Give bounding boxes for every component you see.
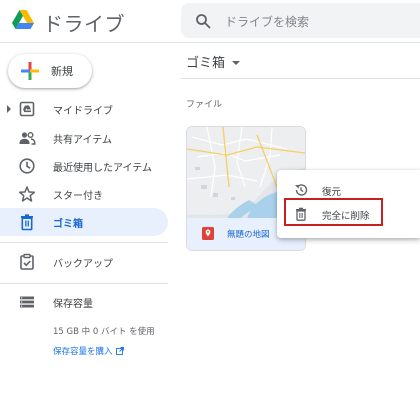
storage-icon [20,296,34,308]
section-label: ファイル [186,100,223,110]
plus-icon [21,62,39,80]
restore-icon [295,184,308,196]
chevron-down-icon[interactable] [232,61,240,65]
search-icon[interactable] [195,13,211,29]
sidebar-item-my-drive[interactable]: マイドライブ [0,95,168,123]
sidebar-item-label: バックアップ [53,259,113,270]
file-name: 無題の地図 [227,230,270,240]
buy-storage-link[interactable]: 保存容量を購入 [53,345,124,357]
backup-icon [20,253,34,270]
search-bar[interactable] [181,3,420,38]
sidebar-item-recent[interactable]: 最近使用したアイテム [0,152,168,180]
my-maps-icon [202,227,214,240]
external-link-icon [115,347,124,355]
sidebar-item-label: ゴミ箱 [53,219,83,230]
my-drive-icon [19,101,35,117]
header-divider [181,78,420,79]
drive-logo-icon[interactable] [12,10,34,30]
sidebar-item-label: スター付き [53,191,103,202]
new-button-label: 新規 [51,65,73,78]
page-title[interactable]: ゴミ箱 [186,52,225,71]
sidebar-item-backup[interactable]: バックアップ [0,248,168,276]
buy-storage-label: 保存容量を購入 [53,347,113,357]
shared-people-icon [19,132,36,145]
new-button[interactable]: 新規 [8,54,92,88]
delete-forever-icon [296,207,306,221]
app-title[interactable]: ドライブ [43,8,125,37]
search-input[interactable] [223,11,407,33]
restore-menu-item[interactable]: 復元 [277,178,420,202]
storage-usage-text: 15 GB 中 0 バイト を使用 [53,327,155,337]
sidebar-divider [0,283,168,284]
context-menu: 復元 完全に削除 [277,170,420,238]
menu-item-label: 復元 [322,187,342,198]
sidebar-item-starred[interactable]: スター付き [0,180,168,208]
top-bar: ドライブ [0,0,420,43]
sidebar-item-label: 最近使用したアイテム [53,163,152,174]
sidebar-divider [0,242,168,243]
trash-icon [21,214,33,231]
sidebar-item-label: 共有アイテム [53,135,112,146]
sidebar-item-storage[interactable]: 保存容量 [0,288,168,316]
menu-item-label: 完全に削除 [322,211,370,222]
sidebar-item-shared[interactable]: 共有アイテム [0,124,168,152]
sidebar-item-trash[interactable]: ゴミ箱 [0,208,168,236]
clock-icon [19,158,35,174]
star-icon [18,186,36,202]
sidebar-item-label: 保存容量 [53,299,93,310]
delete-forever-menu-item[interactable]: 完全に削除 [277,202,420,226]
expand-arrow-icon[interactable] [7,105,11,113]
sidebar-item-label: マイドライブ [53,106,113,117]
